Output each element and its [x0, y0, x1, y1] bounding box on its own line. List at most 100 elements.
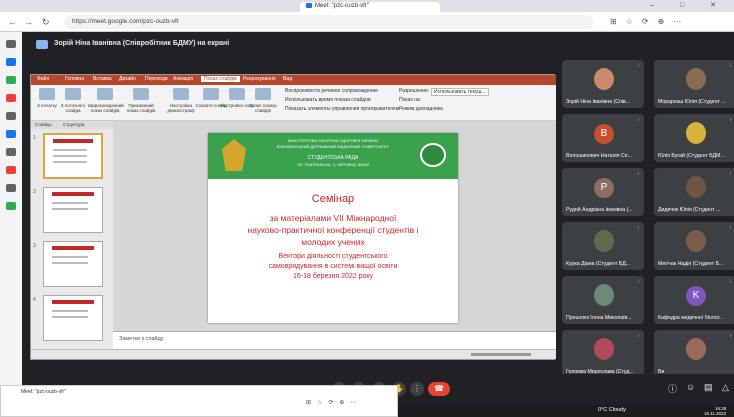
weather-widget[interactable]: 0°C Cloudy [598, 407, 626, 413]
sidebar-icon[interactable] [6, 184, 16, 192]
participant-tile[interactable]: ⁝ Прешлюк Ілона Миколаїв... [562, 276, 644, 324]
tile-more-icon[interactable]: ⁝ [637, 279, 639, 285]
activities-icon[interactable]: △ [722, 382, 729, 393]
mini-toolbar-icons[interactable]: ⊞☆⟳⊕⋯ [306, 399, 362, 406]
custom-show-icon[interactable] [133, 88, 149, 100]
notes-placeholder: Заметки к слайду [119, 336, 164, 342]
info-icon[interactable]: ⓘ [668, 382, 677, 395]
sidebar-icon[interactable] [6, 94, 16, 102]
slide-banner: МІНІСТЕРСТВО ОХОРОНИ ЗДОРОВ'Я УКРАЇНИ БУ… [208, 133, 458, 179]
record-show-icon[interactable] [255, 88, 271, 100]
show-on-select[interactable]: Показ на: [399, 97, 421, 103]
tile-more-icon[interactable]: ⁝ [729, 63, 731, 69]
tile-more-icon[interactable]: ⁝ [637, 117, 639, 123]
slide-thumbnail-selected[interactable] [43, 133, 103, 179]
ppt-status-bar [31, 349, 556, 359]
sidebar-icon[interactable] [6, 40, 16, 48]
participant-tile[interactable]: B ⁝ Волошинович Наталія Се... [562, 114, 644, 162]
slide-line: молодих учених [301, 237, 365, 247]
browser-tab-bar: Meet: "pzc-ouzb-vfr" – □ ✕ [0, 0, 734, 12]
ppt-tab[interactable]: Переходи [145, 76, 168, 82]
slide-line: науково-практичної конференції студентів… [247, 225, 419, 235]
slide-thumbnail[interactable] [43, 241, 103, 287]
tile-more-icon[interactable]: ⁝ [637, 225, 639, 231]
notes-pane[interactable]: Заметки к слайду [113, 331, 556, 349]
current-slide[interactable]: МІНІСТЕРСТВО ОХОРОНИ ЗДОРОВ'Я УКРАЇНИ БУ… [208, 133, 458, 323]
participant-photo [594, 230, 614, 252]
browser-toolbar-icons[interactable]: ⊞☆⟳⊕⋯ [610, 17, 690, 26]
ppt-tab[interactable]: Анімація [173, 76, 193, 82]
tile-more-icon[interactable]: ⁝ [637, 63, 639, 69]
participant-tile[interactable]: ⁝ Дидичок Юлія (Студент ... [654, 168, 734, 216]
slide-number: 1 [33, 135, 36, 141]
ppt-ribbon: З початку З поточного слайда Широкоекран… [31, 85, 556, 121]
broadcast-icon[interactable] [97, 88, 113, 100]
sidebar-icon[interactable] [6, 202, 16, 210]
sidebar-icon[interactable] [6, 148, 16, 156]
ppt-tab-active[interactable]: Показ слайдів [201, 76, 240, 82]
url-input[interactable]: https://meet.google.com/pzc-ouzb-vfr [64, 15, 594, 29]
chat-icon[interactable]: ▤ [704, 382, 713, 393]
window-controls[interactable]: – □ ✕ [650, 1, 728, 9]
hang-up-button[interactable]: ☎ [428, 382, 450, 396]
from-current-icon[interactable] [65, 88, 81, 100]
ppt-tab[interactable]: Вид [283, 76, 292, 82]
slide-editor: МІНІСТЕРСТВО ОХОРОНИ ЗДОРОВ'Я УКРАЇНИ БУ… [113, 121, 556, 357]
participant-tile[interactable]: ⁝ Голомиз Мирослава (Студ... [562, 330, 644, 378]
participant-tile[interactable]: ⁝ Зорій Ніна Іванівна (Спів... [562, 60, 644, 108]
participant-tile[interactable]: ⁝ Ви [654, 330, 734, 378]
participant-tile[interactable]: K ⁝ Кафедра медичної біолог... [654, 276, 734, 324]
sidebar-icon[interactable] [6, 166, 16, 174]
ppt-tab[interactable]: Рецензування [243, 76, 276, 82]
sidebar-icon[interactable] [6, 76, 16, 84]
presenter-view-checkbox[interactable]: Режим докладчика [399, 106, 443, 112]
ribbon-checkbox[interactable]: Воспроизвести речевое сопровождение [285, 88, 378, 94]
back-icon[interactable]: ← [8, 17, 17, 27]
outline-tab[interactable]: Структура [63, 122, 84, 127]
ppt-tab[interactable]: Дизайн [119, 76, 136, 82]
tile-more-icon[interactable]: ⁝ [729, 117, 731, 123]
tile-more-icon[interactable]: ⁝ [729, 225, 731, 231]
tile-more-icon[interactable]: ⁝ [729, 333, 731, 339]
ppt-tab[interactable]: Файл [37, 76, 49, 82]
forward-icon[interactable]: → [24, 17, 33, 27]
reload-icon[interactable]: ↻ [42, 17, 50, 28]
clock[interactable]: 16:28 16.11.2022 [704, 406, 726, 416]
tile-more-icon[interactable]: ⁝ [637, 333, 639, 339]
participant-tile[interactable]: ⁝ Курка Діана (Студент БД... [562, 222, 644, 270]
people-icon[interactable]: ☺ [686, 382, 695, 392]
tab-title: Meet: "pzc-ouzb-vfr" [315, 3, 369, 10]
from-start-icon[interactable] [39, 88, 55, 100]
more-options-icon[interactable]: ⋮ [410, 382, 424, 396]
sidebar-icon[interactable] [6, 130, 16, 138]
ppt-tab[interactable]: Головна [65, 76, 84, 82]
slides-tab[interactable]: Слайды [35, 122, 52, 127]
address-bar: ← → ↻ https://meet.google.com/pzc-ouzb-v… [0, 12, 734, 32]
tile-more-icon[interactable]: ⁝ [729, 171, 731, 177]
ribbon-checkbox[interactable]: Показать элементы управления проигрывате… [285, 106, 399, 112]
hide-slide-icon[interactable] [203, 88, 219, 100]
monitor-resolution-select[interactable]: Использовать текущ... [431, 88, 489, 96]
tile-more-icon[interactable]: ⁝ [637, 171, 639, 177]
slide-thumbnail[interactable] [43, 295, 103, 341]
participant-tile[interactable]: ⁝ Юлія Бугай (Студент БДМ... [654, 114, 734, 162]
rehearse-icon[interactable] [229, 88, 245, 100]
sidebar-icon[interactable] [6, 58, 16, 66]
participant-tile[interactable]: P ⁝ Рудой Андріана Іванівна (... [562, 168, 644, 216]
participant-avatar: P [594, 178, 614, 198]
participant-tile[interactable]: ⁝ Мегічак Надія (Студент Б... [654, 222, 734, 270]
slide-thumbnail[interactable] [43, 187, 103, 233]
browser-tab[interactable]: Meet: "pzc-ouzb-vfr" [300, 2, 440, 12]
sidebar-icon[interactable] [6, 112, 16, 120]
minimized-browser-window[interactable]: Meet: "pzc-ouzb-vfr" ⊞☆⟳⊕⋯ [0, 385, 398, 417]
setup-show-icon[interactable] [173, 88, 189, 100]
tile-more-icon[interactable]: ⁝ [729, 279, 731, 285]
ribbon-checkbox[interactable]: Использовать время показа слайдов [285, 97, 371, 103]
participant-avatar: K [686, 286, 706, 306]
zoom-slider[interactable] [471, 353, 531, 356]
thumbnail-tabs: Слайды Структура [31, 121, 113, 129]
participant-photo [686, 230, 706, 252]
participant-tile[interactable]: ⁝ Морархаш Юлія (Студент ... [654, 60, 734, 108]
participant-name: Морархаш Юлія (Студент ... [658, 99, 726, 105]
ppt-tab[interactable]: Вставка [93, 76, 112, 82]
